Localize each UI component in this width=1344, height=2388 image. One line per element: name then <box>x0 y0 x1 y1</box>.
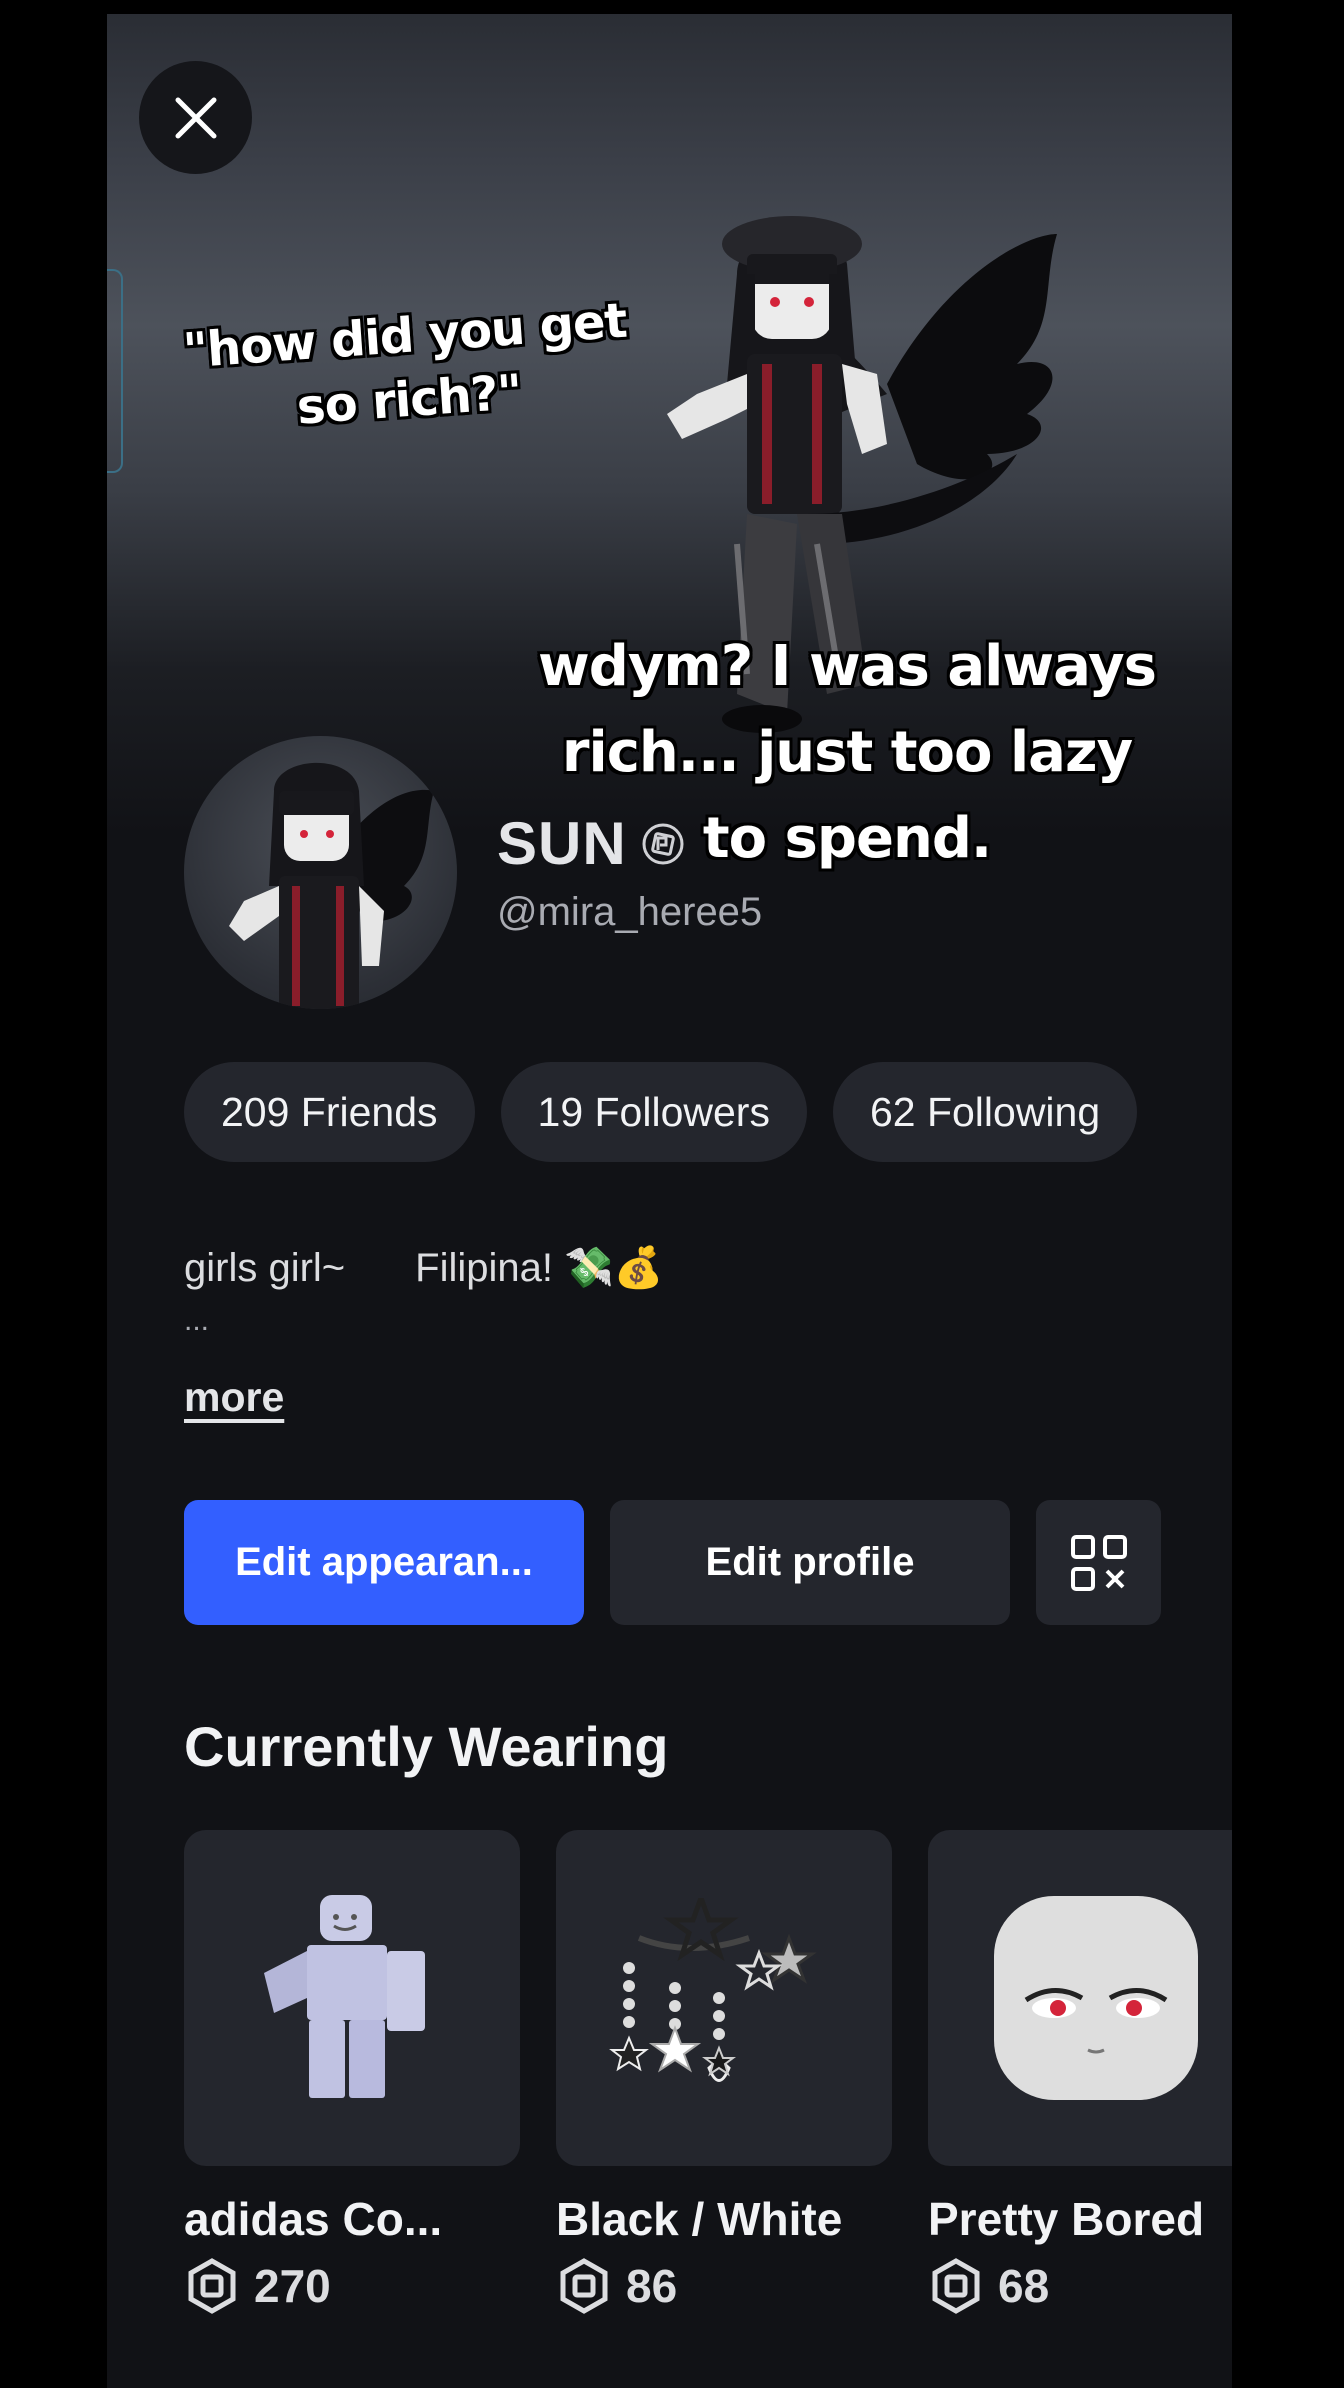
wearing-item-thumbnail[interactable] <box>556 1830 892 2166</box>
edit-profile-button[interactable]: Edit profile <box>610 1500 1010 1625</box>
display-name-row: SUN <box>497 809 685 878</box>
profile-screen: "how did you get so rich?" wdym? I was a… <box>107 14 1232 2388</box>
wearing-item-price: 270 <box>184 2258 524 2314</box>
star-chain-accessory-image <box>609 1898 817 2082</box>
verified-badge-icon <box>642 823 684 864</box>
close-button[interactable] <box>139 61 252 174</box>
wearing-item-thumbnail[interactable] <box>928 1830 1232 2166</box>
currently-wearing-carousel[interactable]: adidas Co... 270 Black / White 86 Pretty… <box>184 1830 1232 2350</box>
robux-icon <box>188 2258 236 2314</box>
friends-button[interactable]: 209 Friends <box>184 1062 475 1162</box>
wearing-item-price-value: 270 <box>254 2260 331 2312</box>
avatar-headshot-image <box>229 762 434 1009</box>
qr-code-button[interactable] <box>1036 1500 1161 1625</box>
bio-line-part-2: Filipina! 💸💰 <box>415 1246 664 1290</box>
avatar-body-image <box>264 1895 425 2098</box>
avatar[interactable] <box>184 736 457 1009</box>
wearing-item-name: Black / White <box>556 2193 843 2245</box>
wearing-item-price-value: 68 <box>998 2260 1050 2312</box>
wearing-item-price: 86 <box>556 2258 896 2314</box>
wearing-item-card[interactable]: Pretty Bored 68 <box>928 1830 1232 2314</box>
wearing-item-price: 68 <box>928 2258 1232 2314</box>
wearing-item-card[interactable]: adidas Co... 270 <box>184 1830 524 2314</box>
display-name: SUN <box>497 810 627 877</box>
social-stats: 209 Friends 19 Followers 62 Following <box>184 1062 1138 1162</box>
wearing-item-card[interactable]: Black / White 86 <box>556 1830 896 2314</box>
robux-icon <box>932 2258 980 2314</box>
qr-code-icon <box>1070 1534 1127 1591</box>
bio-truncation: ... <box>184 1304 210 1337</box>
following-button[interactable]: 62 Following <box>832 1062 1138 1162</box>
wearing-item-name: Pretty Bored <box>928 2193 1205 2245</box>
currently-wearing-heading: Currently Wearing <box>184 1715 669 1778</box>
wearing-item-name: adidas Co... <box>184 2193 443 2245</box>
followers-button[interactable]: 19 Followers <box>500 1062 807 1162</box>
bio-text: girls girl~ Filipina! 💸💰 <box>184 1244 664 1291</box>
wearing-item-price-value: 86 <box>626 2260 678 2312</box>
wearing-item-thumbnail[interactable] <box>184 1830 520 2166</box>
close-icon <box>175 97 216 138</box>
side-drawer-handle[interactable] <box>107 269 123 473</box>
username: @mira_heree5 <box>497 890 763 934</box>
bio-more-link[interactable]: more <box>184 1374 284 1421</box>
meme-caption-top: "how did you get so rich?" <box>181 292 629 436</box>
bio-line-part-1: girls girl~ <box>184 1246 346 1290</box>
face-accessory-image <box>994 1896 1198 2100</box>
robux-icon <box>560 2258 608 2314</box>
edit-appearance-button[interactable]: Edit appearan... <box>184 1500 584 1625</box>
profile-hero-banner: "how did you get so rich?" wdym? I was a… <box>107 14 1232 871</box>
